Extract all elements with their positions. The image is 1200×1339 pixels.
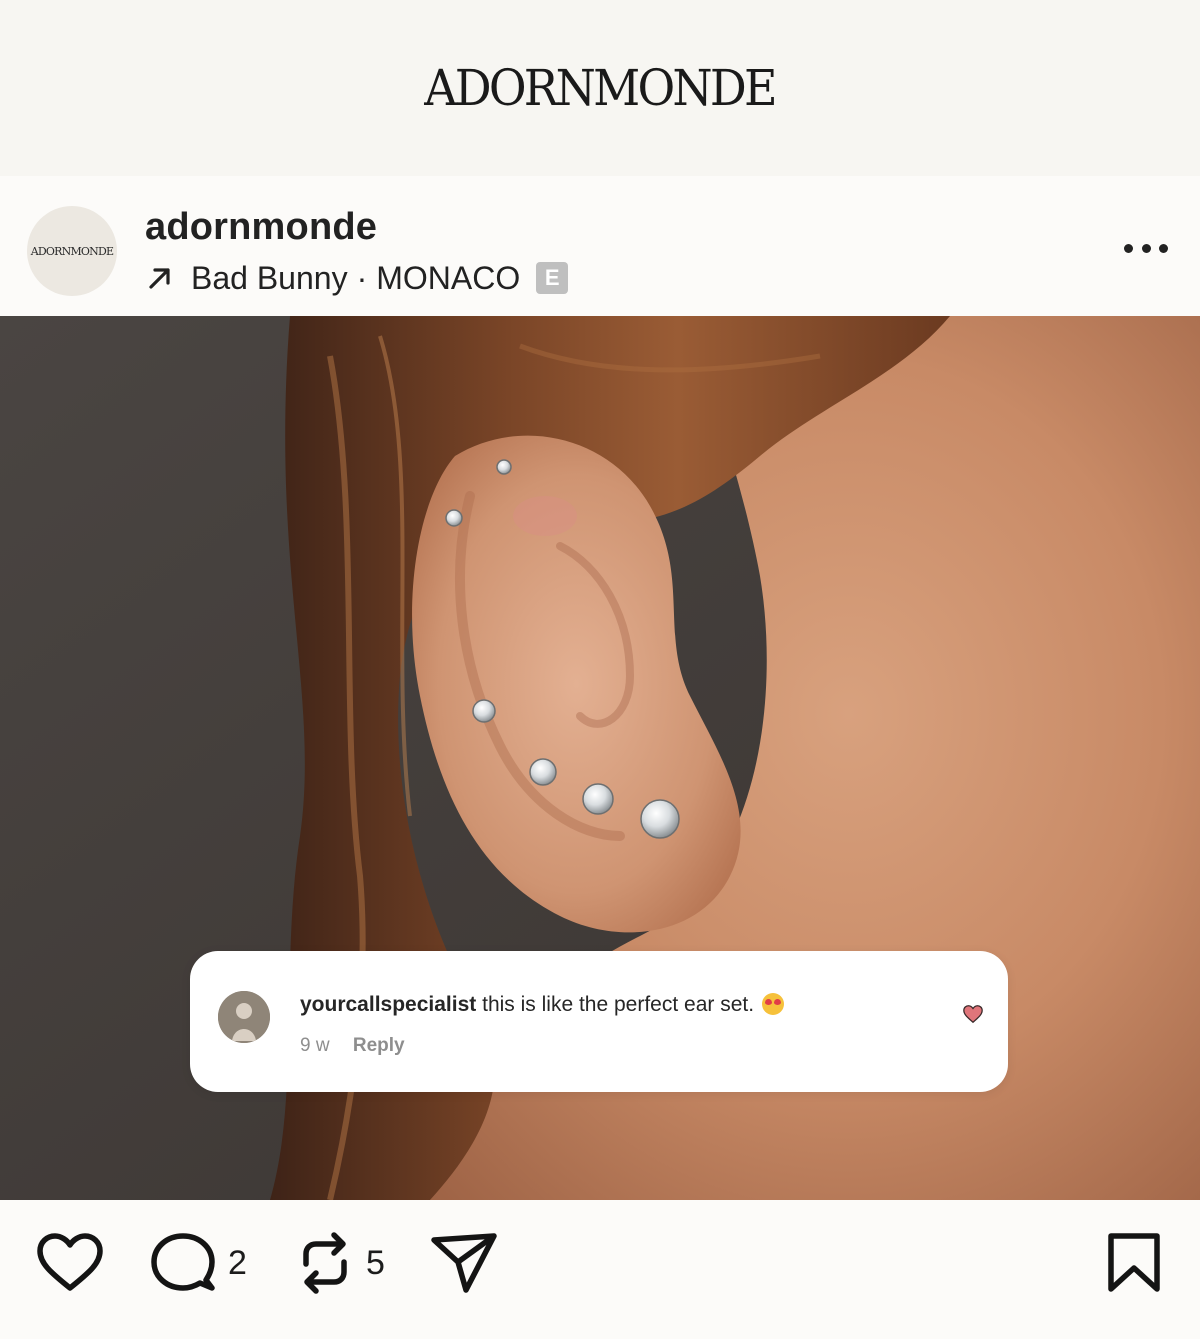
comment-age: 9 w: [300, 1035, 330, 1056]
comment-bubble-icon: [151, 1233, 215, 1291]
brand-logo: ADORNMONDE: [424, 59, 778, 117]
post-username[interactable]: adornmonde: [145, 206, 377, 249]
song-title: Bad Bunny: [191, 259, 348, 296]
music-separator: ·: [356, 259, 368, 296]
avatar-logo-text: ADORNMONDE: [30, 244, 114, 258]
heart-filled-icon[interactable]: [962, 1003, 984, 1025]
comment-text: this is like the perfect ear set.: [482, 993, 755, 1016]
music-info[interactable]: Bad Bunny · MONACO E: [145, 258, 569, 298]
heart-eyes-emoji-icon: [762, 993, 785, 1015]
comment-count: 2: [228, 1243, 247, 1282]
repost-count: 5: [366, 1243, 385, 1282]
explicit-badge: E: [536, 262, 569, 294]
comment-meta: 9 w Reply: [300, 1035, 405, 1057]
save-button[interactable]: [1106, 1230, 1162, 1296]
post-header: ADORNMONDE adornmonde Bad Bunny · MONACO…: [0, 176, 1200, 316]
like-button[interactable]: [36, 1230, 104, 1296]
commenter-avatar[interactable]: [218, 991, 270, 1043]
brand-header: ADORNMONDE: [0, 0, 1200, 176]
more-horizontal-icon[interactable]: [1124, 236, 1168, 260]
send-icon: [431, 1233, 497, 1293]
comment-text-line: yourcallspecialist this is like the perf…: [300, 993, 785, 1017]
share-button[interactable]: [430, 1230, 498, 1296]
bookmark-icon: [1108, 1233, 1160, 1292]
reply-button[interactable]: Reply: [353, 1035, 405, 1056]
post-action-bar: 2 5: [0, 1200, 1200, 1339]
arrow-up-right-icon: [149, 268, 170, 289]
repost-icon: [303, 1232, 347, 1294]
commenter-username[interactable]: yourcallspecialist: [300, 993, 476, 1016]
music-tag: MONACO: [376, 259, 521, 296]
heart-outline-icon: [37, 1233, 103, 1291]
comment-button[interactable]: 2: [150, 1230, 247, 1296]
repost-button[interactable]: 5: [296, 1230, 385, 1296]
profile-avatar[interactable]: ADORNMONDE: [27, 206, 117, 296]
comment-card: yourcallspecialist this is like the perf…: [190, 951, 1008, 1092]
